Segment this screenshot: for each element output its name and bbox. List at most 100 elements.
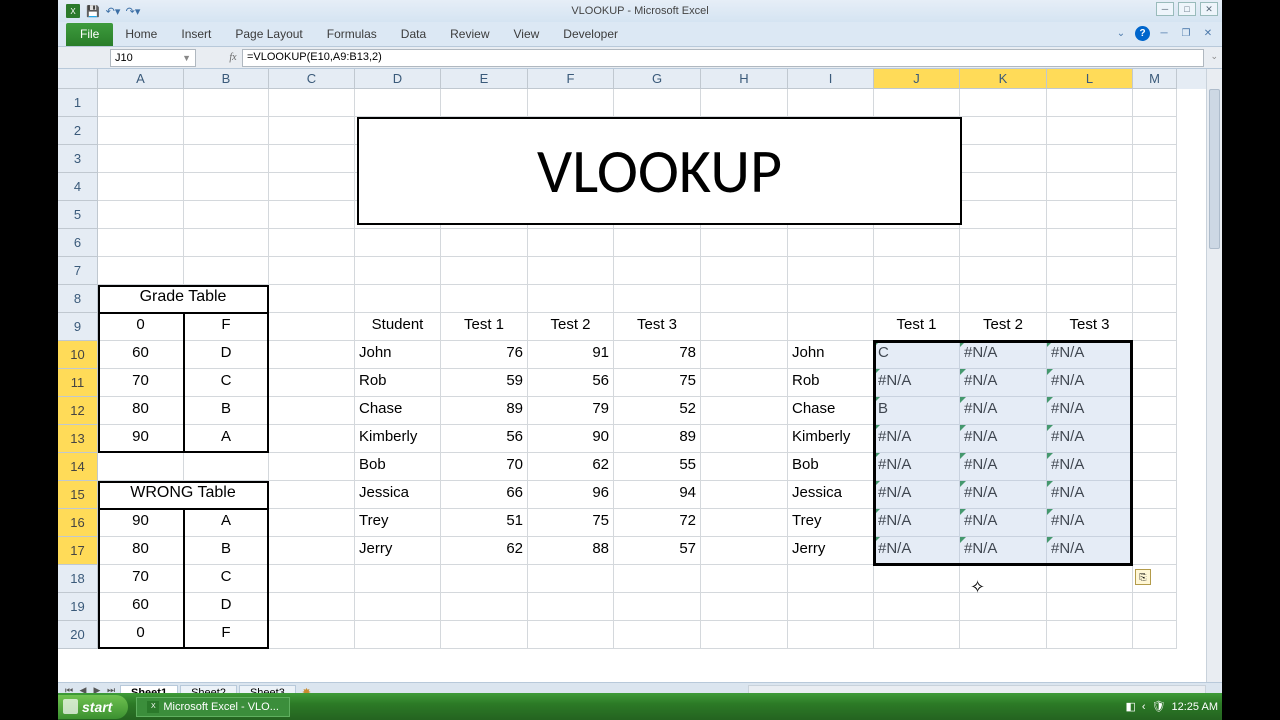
cell-G17[interactable]: 57 (614, 537, 701, 565)
cell-A20[interactable]: 0 (98, 621, 184, 649)
cell-G1[interactable] (614, 89, 701, 117)
cell-F7[interactable] (528, 257, 614, 285)
cell-C9[interactable] (269, 313, 355, 341)
cell-F14[interactable]: 62 (528, 453, 614, 481)
close-icon[interactable]: ✕ (1200, 2, 1218, 16)
cell-I5[interactable] (788, 201, 874, 229)
row-header-12[interactable]: 12 (58, 397, 98, 425)
cell-A4[interactable] (98, 173, 184, 201)
fx-icon[interactable]: fx (224, 49, 242, 67)
cell-L1[interactable] (1047, 89, 1133, 117)
workbook-close-icon[interactable]: ✕ (1200, 25, 1216, 41)
cell-K17[interactable]: #N/A (960, 537, 1047, 565)
cell-A3[interactable] (98, 145, 184, 173)
cell-H14[interactable] (701, 453, 788, 481)
system-tray[interactable]: ◧ ‹ 🛡 12:25 AM (1125, 700, 1218, 713)
cell-M11[interactable] (1133, 369, 1177, 397)
cell-I8[interactable] (788, 285, 874, 313)
cell-J20[interactable] (874, 621, 960, 649)
row-header-1[interactable]: 1 (58, 89, 98, 117)
cell-D12[interactable]: Chase (355, 397, 441, 425)
cell-H13[interactable] (701, 425, 788, 453)
cell-I19[interactable] (788, 593, 874, 621)
cell-L3[interactable] (1047, 145, 1133, 173)
row-header-5[interactable]: 5 (58, 201, 98, 229)
cell-A14[interactable] (98, 453, 184, 481)
cell-B3[interactable] (184, 145, 269, 173)
cell-C3[interactable] (269, 145, 355, 173)
cell-B12[interactable]: B (184, 397, 269, 425)
select-all-corner[interactable] (58, 69, 98, 89)
cell-H5[interactable] (701, 201, 788, 229)
cell-A6[interactable] (98, 229, 184, 257)
cell-E19[interactable] (441, 593, 528, 621)
maximize-icon[interactable]: □ (1178, 2, 1196, 16)
cell-I12[interactable]: Chase (788, 397, 874, 425)
cell-L9[interactable]: Test 3 (1047, 313, 1133, 341)
cell-C13[interactable] (269, 425, 355, 453)
cell-E2[interactable] (441, 117, 528, 145)
cell-C11[interactable] (269, 369, 355, 397)
cell-I7[interactable] (788, 257, 874, 285)
workbook-restore-icon[interactable]: ❐ (1178, 25, 1194, 41)
redo-icon[interactable]: ↷▾ (126, 4, 140, 18)
cell-L4[interactable] (1047, 173, 1133, 201)
col-header-K[interactable]: K (960, 69, 1047, 89)
cell-B10[interactable]: D (184, 341, 269, 369)
cell-K11[interactable]: #N/A (960, 369, 1047, 397)
cell-M10[interactable] (1133, 341, 1177, 369)
cell-F15[interactable]: 96 (528, 481, 614, 509)
ribbon-minimize-icon[interactable]: ⌄ (1113, 25, 1129, 41)
cell-J4[interactable] (874, 173, 960, 201)
cell-G19[interactable] (614, 593, 701, 621)
cell-H3[interactable] (701, 145, 788, 173)
cell-D15[interactable]: Jessica (355, 481, 441, 509)
cell-A19[interactable]: 60 (98, 593, 184, 621)
row-header-2[interactable]: 2 (58, 117, 98, 145)
cell-H15[interactable] (701, 481, 788, 509)
cell-D2[interactable] (355, 117, 441, 145)
cell-C2[interactable] (269, 117, 355, 145)
vertical-scrollbar[interactable] (1206, 69, 1222, 682)
cell-I6[interactable] (788, 229, 874, 257)
cell-J10[interactable]: C (874, 341, 960, 369)
cell-J14[interactable]: #N/A (874, 453, 960, 481)
cell-L20[interactable] (1047, 621, 1133, 649)
cell-C20[interactable] (269, 621, 355, 649)
cell-L15[interactable]: #N/A (1047, 481, 1133, 509)
cell-F10[interactable]: 91 (528, 341, 614, 369)
cell-D6[interactable] (355, 229, 441, 257)
cell-B7[interactable] (184, 257, 269, 285)
cell-M4[interactable] (1133, 173, 1177, 201)
cell-A12[interactable]: 80 (98, 397, 184, 425)
cell-G18[interactable] (614, 565, 701, 593)
cell-B1[interactable] (184, 89, 269, 117)
col-header-J[interactable]: J (874, 69, 960, 89)
cell-F8[interactable] (528, 285, 614, 313)
cell-L10[interactable]: #N/A (1047, 341, 1133, 369)
autofill-options-icon[interactable]: ⎘ (1135, 569, 1151, 585)
cell-D16[interactable]: Trey (355, 509, 441, 537)
cell-M12[interactable] (1133, 397, 1177, 425)
cell-J3[interactable] (874, 145, 960, 173)
cell-E17[interactable]: 62 (441, 537, 528, 565)
col-header-B[interactable]: B (184, 69, 269, 89)
cell-K6[interactable] (960, 229, 1047, 257)
cell-D18[interactable] (355, 565, 441, 593)
cell-K1[interactable] (960, 89, 1047, 117)
workbook-minimize-icon[interactable]: ─ (1156, 25, 1172, 41)
cell-L13[interactable]: #N/A (1047, 425, 1133, 453)
cell-H12[interactable] (701, 397, 788, 425)
ribbon-tab-home[interactable]: Home (113, 23, 169, 46)
row-header-7[interactable]: 7 (58, 257, 98, 285)
cell-G14[interactable]: 55 (614, 453, 701, 481)
cell-C15[interactable] (269, 481, 355, 509)
cell-H17[interactable] (701, 537, 788, 565)
cell-J1[interactable] (874, 89, 960, 117)
cell-H16[interactable] (701, 509, 788, 537)
cell-F18[interactable] (528, 565, 614, 593)
cell-J8[interactable] (874, 285, 960, 313)
cell-J18[interactable] (874, 565, 960, 593)
cell-B20[interactable]: F (184, 621, 269, 649)
cell-M20[interactable] (1133, 621, 1177, 649)
